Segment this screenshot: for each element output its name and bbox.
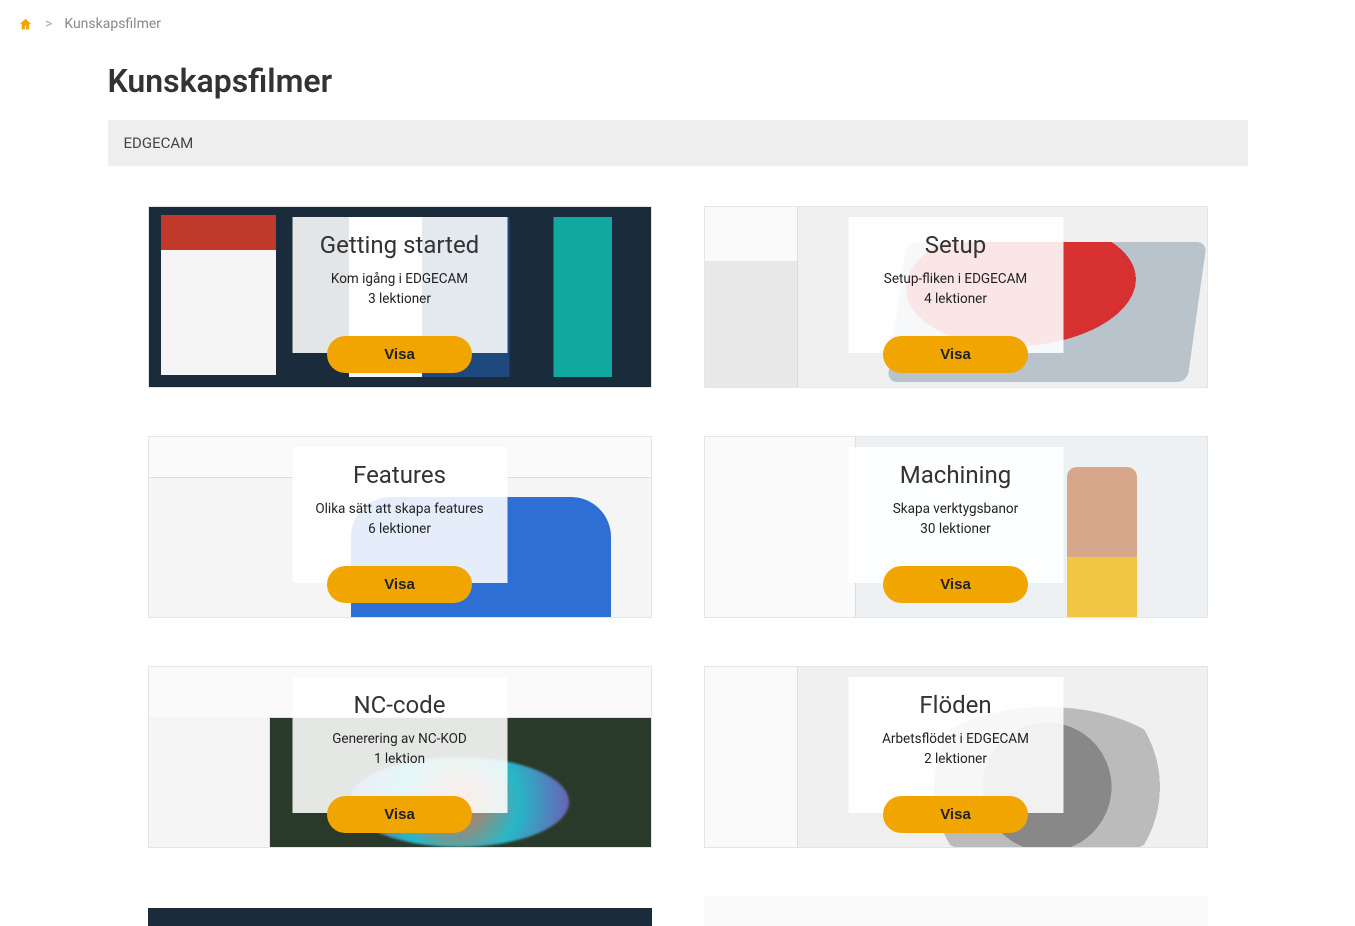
card-thumbnail: [704, 896, 1208, 926]
breadcrumb-current: Kunskapsfilmer: [64, 16, 161, 32]
card-lessons: 30 lektioner: [858, 521, 1053, 537]
card-partial: [704, 896, 1208, 926]
card-description: Olika sätt att skapa features: [302, 501, 497, 519]
page-title: Kunskapsfilmer: [108, 62, 1248, 100]
card-description: Arbetsflödet i EDGECAM: [858, 731, 1053, 749]
section-heading: EDGECAM: [108, 120, 1248, 166]
card-thumbnail: [148, 896, 652, 926]
card-floden: Flöden Arbetsflödet i EDGECAM 2 lektione…: [704, 666, 1208, 848]
card-title: Flöden: [858, 691, 1053, 719]
card-lessons: 4 lektioner: [858, 291, 1053, 307]
card-grid-partial: [108, 896, 1248, 926]
card-nc-code: NC-code Generering av NC-KOD 1 lektion V…: [148, 666, 652, 848]
card-overlay: Features Olika sätt att skapa features 6…: [292, 447, 507, 583]
view-button[interactable]: Visa: [327, 336, 472, 373]
card-title: Getting started: [302, 231, 497, 259]
card-title: Machining: [858, 461, 1053, 489]
card-description: Generering av NC-KOD: [302, 731, 497, 749]
card-overlay: Setup Setup-fliken i EDGECAM 4 lektioner…: [848, 217, 1063, 353]
breadcrumb: > Kunskapsfilmer: [0, 0, 1355, 42]
card-description: Kom igång i EDGECAM: [302, 271, 497, 289]
card-getting-started: Getting started Kom igång i EDGECAM 3 le…: [148, 206, 652, 388]
card-features: Features Olika sätt att skapa features 6…: [148, 436, 652, 618]
view-button[interactable]: Visa: [883, 796, 1028, 833]
card-lessons: 1 lektion: [302, 751, 497, 767]
card-title: Setup: [858, 231, 1053, 259]
card-title: Features: [302, 461, 497, 489]
home-icon[interactable]: [18, 17, 33, 32]
view-button[interactable]: Visa: [883, 566, 1028, 603]
card-description: Setup-fliken i EDGECAM: [858, 271, 1053, 289]
view-button[interactable]: Visa: [327, 796, 472, 833]
card-overlay: Getting started Kom igång i EDGECAM 3 le…: [292, 217, 507, 353]
card-overlay: NC-code Generering av NC-KOD 1 lektion V…: [292, 677, 507, 813]
card-overlay: Flöden Arbetsflödet i EDGECAM 2 lektione…: [848, 677, 1063, 813]
breadcrumb-separator: >: [45, 16, 52, 32]
card-lessons: 2 lektioner: [858, 751, 1053, 767]
card-partial: [148, 896, 652, 926]
card-overlay: Machining Skapa verktygsbanor 30 lektion…: [848, 447, 1063, 583]
view-button[interactable]: Visa: [883, 336, 1028, 373]
card-lessons: 6 lektioner: [302, 521, 497, 537]
view-button[interactable]: Visa: [327, 566, 472, 603]
card-lessons: 3 lektioner: [302, 291, 497, 307]
card-machining: Machining Skapa verktygsbanor 30 lektion…: [704, 436, 1208, 618]
card-grid: Getting started Kom igång i EDGECAM 3 le…: [108, 206, 1248, 848]
card-title: NC-code: [302, 691, 497, 719]
card-description: Skapa verktygsbanor: [858, 501, 1053, 519]
card-setup: Setup Setup-fliken i EDGECAM 4 lektioner…: [704, 206, 1208, 388]
